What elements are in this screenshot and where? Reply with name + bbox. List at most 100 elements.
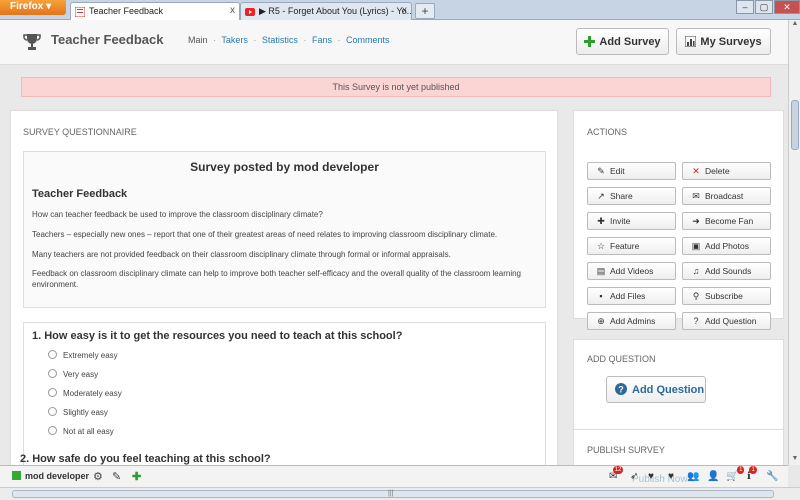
radio-button[interactable]	[48, 350, 57, 359]
question-circle-icon: ?	[615, 383, 627, 395]
settings-gear-icon[interactable]: ⚙	[93, 470, 103, 483]
tab-close-icon[interactable]: x	[402, 5, 407, 16]
button-label: Share	[610, 191, 633, 201]
option-very-easy[interactable]: Very easy	[48, 369, 537, 379]
feature-icon: ☆	[596, 241, 606, 251]
question-2-text: 2. How safe do you feel teaching at this…	[20, 453, 271, 465]
intro-paragraph: Feedback on classroom disciplinary clima…	[32, 269, 521, 290]
unpublished-alert: This Survey is not yet published	[21, 77, 771, 97]
subscribe-button[interactable]: ⚲ Subscribe	[682, 287, 771, 305]
scroll-down-icon[interactable]: ▼	[789, 455, 800, 465]
button-label: Add Photos	[705, 241, 749, 251]
scroll-up-icon[interactable]: ▲	[789, 20, 800, 30]
add-icon[interactable]: ✚	[132, 470, 141, 483]
wrench-icon[interactable]: 🔧	[766, 471, 778, 482]
cart-icon[interactable]: 🛒 1	[726, 466, 745, 482]
nav-comments[interactable]: Comments	[346, 35, 390, 45]
group-icon[interactable]: 👥	[687, 471, 699, 482]
nav-takers[interactable]: Takers	[221, 35, 248, 45]
heart-outline-icon[interactable]: ♥	[668, 471, 674, 482]
radio-button[interactable]	[48, 388, 57, 397]
button-label: Subscribe	[705, 291, 743, 301]
add-files-button[interactable]: ▪ Add Files	[587, 287, 676, 305]
firefox-menu-button[interactable]: Firefox ▾	[0, 0, 66, 15]
site-header: Teacher Feedback Main · Takers · Statist…	[0, 20, 788, 65]
person-icon[interactable]: 👤	[707, 471, 719, 482]
become-fan-button[interactable]: ➜ Become Fan	[682, 212, 771, 230]
section-label: ADD QUESTION	[587, 354, 656, 364]
add-question-button[interactable]: ? Add Question	[606, 376, 706, 403]
option-not-at-all-easy[interactable]: Not at all easy	[48, 426, 537, 436]
button-label: Feature	[610, 241, 640, 251]
plus-icon	[584, 36, 596, 47]
add-sounds-button[interactable]: ♫ Add Sounds	[682, 262, 771, 280]
close-window-button[interactable]: ✕	[774, 0, 800, 14]
tab-title: ▶ R5 - Forget About You (Lyrics) - Yo...	[259, 6, 412, 16]
scrollbar-thumb[interactable]	[791, 100, 799, 150]
button-label: Add Files	[610, 291, 646, 301]
vertical-scrollbar[interactable]: ▲ ▼	[788, 20, 800, 465]
tab-youtube[interactable]: ▶ R5 - Forget About You (Lyrics) - Yo...…	[240, 2, 412, 20]
add-question-panel: ADD QUESTION ? Add Question	[573, 339, 784, 434]
nav-separator: ·	[303, 35, 307, 45]
my-surveys-button[interactable]: My Surveys	[676, 28, 771, 55]
nav-statistics[interactable]: Statistics	[262, 35, 298, 45]
button-label: Edit	[610, 166, 625, 176]
tab-teacher-feedback[interactable]: Teacher Feedback x	[70, 2, 240, 20]
bar-chart-icon	[685, 36, 697, 47]
section-label: SURVEY QUESTIONNAIRE	[23, 127, 137, 137]
edit-button[interactable]: ✎ Edit	[587, 162, 676, 180]
share-button[interactable]: ↗ Share	[587, 187, 676, 205]
option-extremely-easy[interactable]: Extremely easy	[48, 350, 537, 360]
intro-paragraph: Many teachers are not provided feedback …	[32, 249, 451, 259]
invite-icon: ✚	[597, 216, 605, 226]
minimize-button[interactable]: –	[736, 0, 754, 14]
subscribe-icon: ⚲	[692, 291, 700, 301]
messages-icon[interactable]: ✉ 12	[609, 466, 624, 482]
delete-icon: ✕	[692, 166, 700, 176]
option-slightly-easy[interactable]: Slightly easy	[48, 407, 537, 417]
feature-button[interactable]: ☆ Feature	[587, 237, 676, 255]
button-label: Add Question	[705, 316, 757, 326]
user-menu[interactable]: mod developer	[12, 471, 89, 481]
broadcast-icon: ✉	[692, 191, 700, 201]
nav-separator: ·	[337, 35, 341, 45]
radio-button[interactable]	[48, 407, 57, 416]
page-content: Teacher Feedback Main · Takers · Statist…	[0, 20, 788, 465]
user-status-icon	[12, 471, 21, 480]
heart-icon[interactable]: ♥	[648, 471, 654, 482]
radio-button[interactable]	[48, 426, 57, 435]
add-videos-button[interactable]: ▤ Add Videos	[587, 262, 676, 280]
bird-icon[interactable]: ➶	[630, 471, 638, 482]
nav-separator: ·	[253, 35, 257, 45]
tab-close-icon[interactable]: x	[230, 5, 235, 16]
add-survey-button[interactable]: Add Survey	[576, 28, 669, 55]
maximize-button[interactable]: ▢	[755, 0, 773, 14]
horizontal-scrollbar[interactable]: |||	[0, 487, 800, 500]
button-label: Invite	[610, 216, 631, 226]
info-icon[interactable]: ℹ1	[747, 466, 757, 482]
become-fan-icon: ➜	[692, 216, 700, 226]
nav-main[interactable]: Main	[188, 35, 208, 45]
add-admins-button[interactable]: ⊕ Add Admins	[587, 312, 676, 330]
invite-button[interactable]: ✚ Invite	[587, 212, 676, 230]
nav-fans[interactable]: Fans	[312, 35, 332, 45]
button-label: Add Videos	[610, 266, 654, 276]
bottom-toolbar: mod developer ⚙ ✎ ✚ Publish Now ✉ 12 ➶ ♥ …	[0, 465, 788, 487]
edit-icon[interactable]: ✎	[112, 470, 121, 483]
page-title: Teacher Feedback	[51, 32, 164, 47]
add-videos-icon: ▤	[596, 266, 606, 276]
delete-button[interactable]: ✕ Delete	[682, 162, 771, 180]
section-label: ACTIONS	[587, 127, 628, 137]
add-sounds-icon: ♫	[692, 266, 700, 276]
add-question-button[interactable]: ? Add Question	[682, 312, 771, 330]
broadcast-button[interactable]: ✉ Broadcast	[682, 187, 771, 205]
option-moderately-easy[interactable]: Moderately easy	[48, 388, 537, 398]
add-photos-button[interactable]: ▣ Add Photos	[682, 237, 771, 255]
browser-tab-bar: Firefox ▾ Teacher Feedback x ▶ R5 - Forg…	[0, 0, 800, 20]
trophy-icon	[23, 34, 41, 50]
radio-button[interactable]	[48, 369, 57, 378]
actions-panel: ACTIONS ✎ Edit ✕ Delete ↗ Share ✉ Broadcast ✚ Inv…	[573, 110, 784, 330]
new-tab-button[interactable]: +	[415, 3, 435, 19]
publish-now-button[interactable]: Publish Now	[632, 474, 688, 485]
